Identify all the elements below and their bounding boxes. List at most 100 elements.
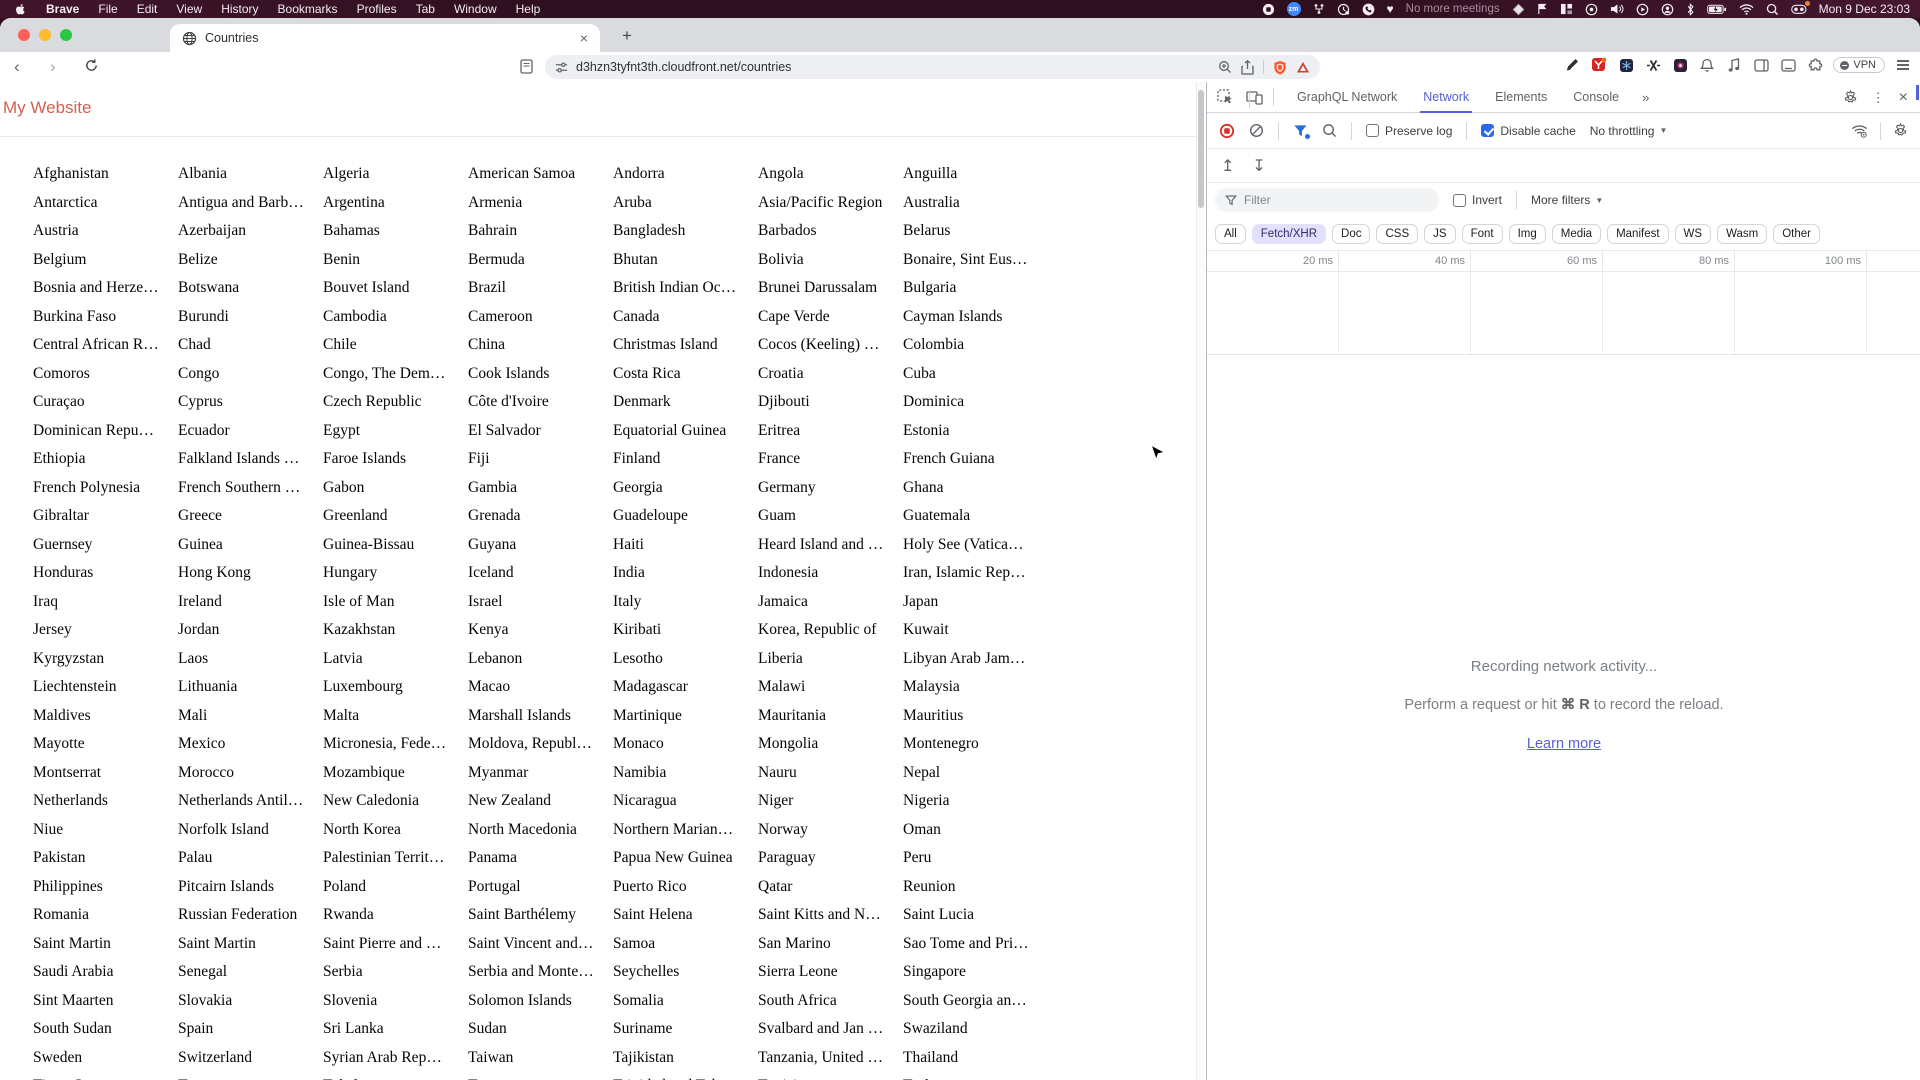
extension-x-icon[interactable] (1644, 56, 1662, 74)
country-item[interactable]: Ghana (903, 474, 1048, 503)
country-item[interactable]: Palestinian Territ… (323, 844, 468, 873)
country-item[interactable]: Saint Barthélemy (468, 901, 613, 930)
country-item[interactable]: Bahamas (323, 217, 468, 246)
country-item[interactable]: Qatar (758, 873, 903, 902)
country-item[interactable]: Netherlands Antil… (178, 787, 323, 816)
country-item[interactable]: New Caledonia (323, 787, 468, 816)
country-item[interactable]: Anguilla (903, 160, 1048, 189)
country-item[interactable]: Nigeria (903, 787, 1048, 816)
country-item[interactable]: British Indian Oc… (613, 274, 758, 303)
country-item[interactable]: South Sudan (33, 1015, 178, 1044)
country-item[interactable]: Liberia (758, 645, 903, 674)
country-item[interactable]: Gabon (323, 474, 468, 503)
country-item[interactable]: Oman (903, 816, 1048, 845)
country-item[interactable]: Equatorial Guinea (613, 417, 758, 446)
country-item[interactable]: Azerbaijan (178, 217, 323, 246)
country-item[interactable]: Andorra (613, 160, 758, 189)
country-item[interactable]: Sweden (33, 1044, 178, 1073)
close-window-button[interactable] (18, 29, 30, 41)
country-item[interactable]: Korea, Republic of (758, 616, 903, 645)
country-item[interactable]: Costa Rica (613, 360, 758, 389)
country-item[interactable]: Kazakhstan (323, 616, 468, 645)
country-item[interactable]: Australia (903, 189, 1048, 218)
country-item[interactable]: Guyana (468, 531, 613, 560)
country-item[interactable]: New Zealand (468, 787, 613, 816)
country-item[interactable]: Bhutan (613, 246, 758, 275)
country-item[interactable]: Portugal (468, 873, 613, 902)
resource-type-chip[interactable]: Fetch/XHR (1251, 223, 1327, 244)
country-item[interactable]: Indonesia (758, 559, 903, 588)
tab-close-icon[interactable]: × (580, 31, 588, 45)
menu-item[interactable]: Edit (137, 2, 158, 16)
country-item[interactable]: Heard Island and … (758, 531, 903, 560)
country-item[interactable]: Angola (758, 160, 903, 189)
country-item[interactable]: Bangladesh (613, 217, 758, 246)
devtools-tab[interactable]: Network (1410, 82, 1482, 113)
bluetooth-icon[interactable] (1686, 2, 1695, 16)
country-item[interactable]: Guatemala (903, 502, 1048, 531)
resource-type-chip[interactable]: Font (1461, 223, 1503, 244)
extension-dark-badge-icon[interactable] (1671, 56, 1689, 74)
country-item[interactable]: Israel (468, 588, 613, 617)
country-item[interactable]: Cameroon (468, 303, 613, 332)
country-item[interactable]: Jersey (33, 616, 178, 645)
battery-icon[interactable] (1706, 2, 1727, 16)
country-item[interactable]: Cyprus (178, 388, 323, 417)
country-item[interactable]: Christmas Island (613, 331, 758, 360)
minimize-window-button[interactable] (39, 29, 51, 41)
country-item[interactable]: Mauritania (758, 702, 903, 731)
country-item[interactable]: Syrian Arab Rep… (323, 1044, 468, 1073)
viber-icon[interactable] (1362, 2, 1375, 16)
country-item[interactable]: Asia/Pacific Region (758, 189, 903, 218)
country-item[interactable]: Samoa (613, 930, 758, 959)
country-item[interactable]: Monaco (613, 730, 758, 759)
country-item[interactable]: Serbia (323, 958, 468, 987)
back-button[interactable]: ‹ (14, 57, 20, 77)
record-target-icon[interactable] (1262, 2, 1275, 16)
country-item[interactable]: Montserrat (33, 759, 178, 788)
country-item[interactable]: Saudi Arabia (33, 958, 178, 987)
country-item[interactable]: Cambodia (323, 303, 468, 332)
menu-item[interactable]: Profiles (357, 2, 397, 16)
country-item[interactable]: Cayman Islands (903, 303, 1048, 332)
reading-list-icon[interactable] (520, 59, 533, 74)
devtools-tab[interactable]: Elements (1482, 82, 1560, 113)
extension-dark-snowflake-icon[interactable] (1617, 56, 1635, 74)
download-card-icon[interactable] (1779, 56, 1797, 74)
country-item[interactable]: Eritrea (758, 417, 903, 446)
reload-button[interactable] (84, 58, 99, 73)
country-item[interactable]: Switzerland (178, 1044, 323, 1073)
country-item[interactable]: Belarus (903, 217, 1048, 246)
apple-icon[interactable] (14, 2, 27, 16)
country-item[interactable]: Argentina (323, 189, 468, 218)
menu-item[interactable]: File (98, 2, 117, 16)
country-item[interactable]: Bermuda (468, 246, 613, 275)
country-item[interactable]: Svalbard and Jan … (758, 1015, 903, 1044)
menubar-clock[interactable]: Mon 9 Dec 23:03 (1819, 2, 1910, 16)
country-item[interactable]: Panama (468, 844, 613, 873)
clock-lock-icon[interactable] (1337, 2, 1350, 16)
country-item[interactable]: Belize (178, 246, 323, 275)
record-network-log-icon[interactable] (1219, 123, 1235, 139)
resource-type-chip[interactable]: Doc (1332, 223, 1371, 244)
menu-item[interactable]: Brave (46, 2, 79, 16)
preserve-log-checkbox[interactable]: Preserve log (1366, 124, 1452, 138)
invert-checkbox[interactable]: Invert (1453, 193, 1502, 207)
zoom-app-icon[interactable]: zm (1286, 2, 1301, 16)
country-item[interactable]: Jamaica (758, 588, 903, 617)
country-item[interactable]: Guadeloupe (613, 502, 758, 531)
country-item[interactable]: Latvia (323, 645, 468, 674)
country-item[interactable]: Saint Martin (33, 930, 178, 959)
meeting-status-text[interactable]: No more meetings (1406, 3, 1500, 15)
page-scrollbar[interactable] (1196, 82, 1205, 1080)
country-item[interactable]: Mozambique (323, 759, 468, 788)
country-item-partial[interactable]: Tokelau (323, 1072, 468, 1080)
import-har-icon[interactable]: ↥ (1221, 156, 1234, 176)
country-item[interactable]: Sudan (468, 1015, 613, 1044)
disable-cache-checkbox[interactable]: Disable cache (1481, 124, 1576, 138)
country-item[interactable]: Lithuania (178, 673, 323, 702)
country-item[interactable]: Bahrain (468, 217, 613, 246)
country-item[interactable]: Maldives (33, 702, 178, 731)
country-item[interactable]: Guinea-Bissau (323, 531, 468, 560)
country-item[interactable]: Guam (758, 502, 903, 531)
